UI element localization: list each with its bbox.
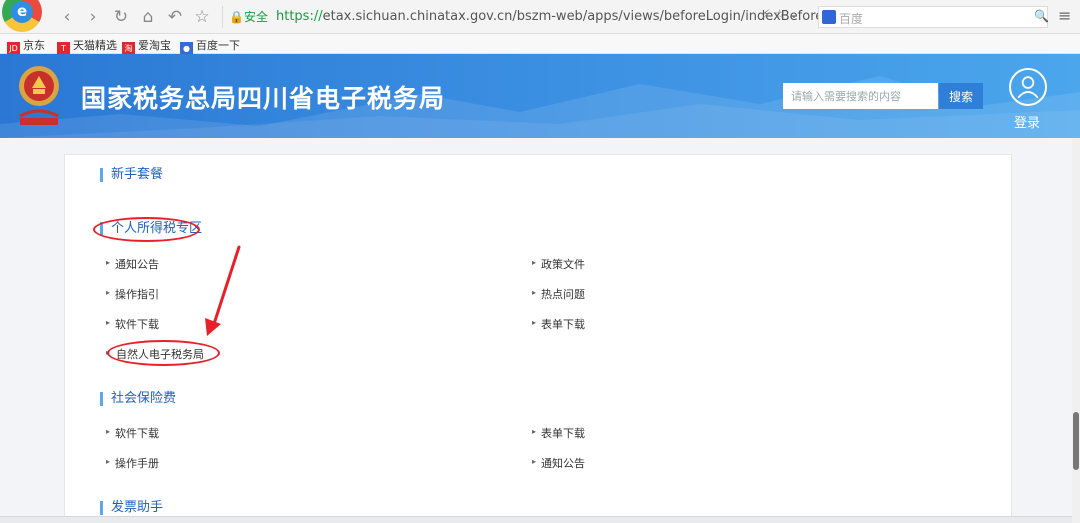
login-link[interactable]: 登录	[1014, 112, 1040, 131]
bookmark-label: 爱淘宝	[138, 39, 171, 52]
status-bar	[0, 516, 1072, 523]
magnifier-icon[interactable]: 🔍	[1034, 9, 1049, 23]
bookmark-aitaobao[interactable]: 淘爱淘宝	[122, 37, 171, 55]
link-social-software[interactable]: 软件下载	[106, 425, 159, 441]
user-avatar-icon[interactable]	[1009, 68, 1047, 106]
browser-search-box[interactable]: 百度	[818, 6, 1048, 28]
favorite-star-icon[interactable]: ☆	[191, 6, 213, 28]
bookmark-label: 百度一下	[196, 39, 240, 52]
browser-toolbar: e ‹ › ↻ ⌂ ↶ ☆ 🔒安全 https://etax.sichuan.c…	[0, 0, 1080, 34]
url-scheme: https://	[276, 9, 323, 24]
chevron-down-icon[interactable]: ⌄	[789, 7, 799, 21]
tax-emblem-icon	[19, 66, 59, 125]
secure-badge: 🔒安全	[229, 10, 268, 24]
annotation-oval-iit	[93, 217, 200, 242]
bookmark-jd[interactable]: JD 京东	[7, 37, 45, 55]
link-iit-hot[interactable]: 热点问题	[532, 286, 585, 302]
link-social-manual[interactable]: 操作手册	[106, 455, 159, 471]
link-iit-software[interactable]: 软件下载	[106, 316, 159, 332]
bookmark-baidu[interactable]: ● 百度一下	[180, 37, 240, 55]
page-title: 国家税务总局四川省电子税务局	[81, 84, 446, 113]
baidu-icon	[822, 10, 836, 24]
link-iit-policy[interactable]: 政策文件	[532, 256, 585, 272]
bookmark-label: 京东	[23, 39, 45, 52]
site-search-input[interactable]	[783, 83, 938, 109]
address-bar[interactable]: 🔒安全 https://etax.sichuan.chinatax.gov.cn…	[222, 6, 856, 28]
link-iit-guide[interactable]: 操作指引	[106, 286, 159, 302]
browser-logo-icon: e	[2, 0, 42, 32]
secure-label: 安全	[243, 10, 268, 24]
annotation-oval-natural-person	[107, 340, 220, 366]
forward-icon[interactable]: ›	[82, 6, 104, 28]
search-button[interactable]: 搜索	[939, 83, 983, 109]
bookmark-tmall[interactable]: T 天猫精选	[57, 37, 117, 55]
menu-icon[interactable]: ≡	[1058, 6, 1071, 25]
link-iit-notice[interactable]: 通知公告	[106, 256, 159, 272]
bookmark-label: 天猫精选	[73, 39, 117, 52]
link-social-notice[interactable]: 通知公告	[532, 455, 585, 471]
site-header: 国家税务总局四川省电子税务局 搜索 登录	[0, 54, 1080, 138]
scrollbar-thumb[interactable]	[1073, 412, 1079, 470]
undo-icon[interactable]: ↶	[164, 6, 186, 28]
bookmarks-bar: JD 京东 T 天猫精选 淘爱淘宝 ● 百度一下	[0, 34, 1080, 55]
browser-search-placeholder: 百度	[839, 12, 864, 26]
section-title-newbie[interactable]: 新手套餐	[100, 168, 163, 182]
back-icon[interactable]: ‹	[56, 6, 78, 28]
address-actions: ⚡ ☆ ⌄	[762, 7, 799, 21]
home-icon[interactable]: ⌂	[137, 6, 159, 28]
link-iit-forms[interactable]: 表单下载	[532, 316, 585, 332]
bookmark-star-icon[interactable]: ☆	[774, 7, 785, 21]
lightning-icon[interactable]: ⚡	[762, 7, 770, 21]
link-social-forms[interactable]: 表单下载	[532, 425, 585, 441]
section-title-invoice[interactable]: 发票助手	[100, 501, 163, 515]
section-title-social[interactable]: 社会保险费	[100, 392, 176, 406]
refresh-icon[interactable]: ↻	[110, 6, 132, 28]
